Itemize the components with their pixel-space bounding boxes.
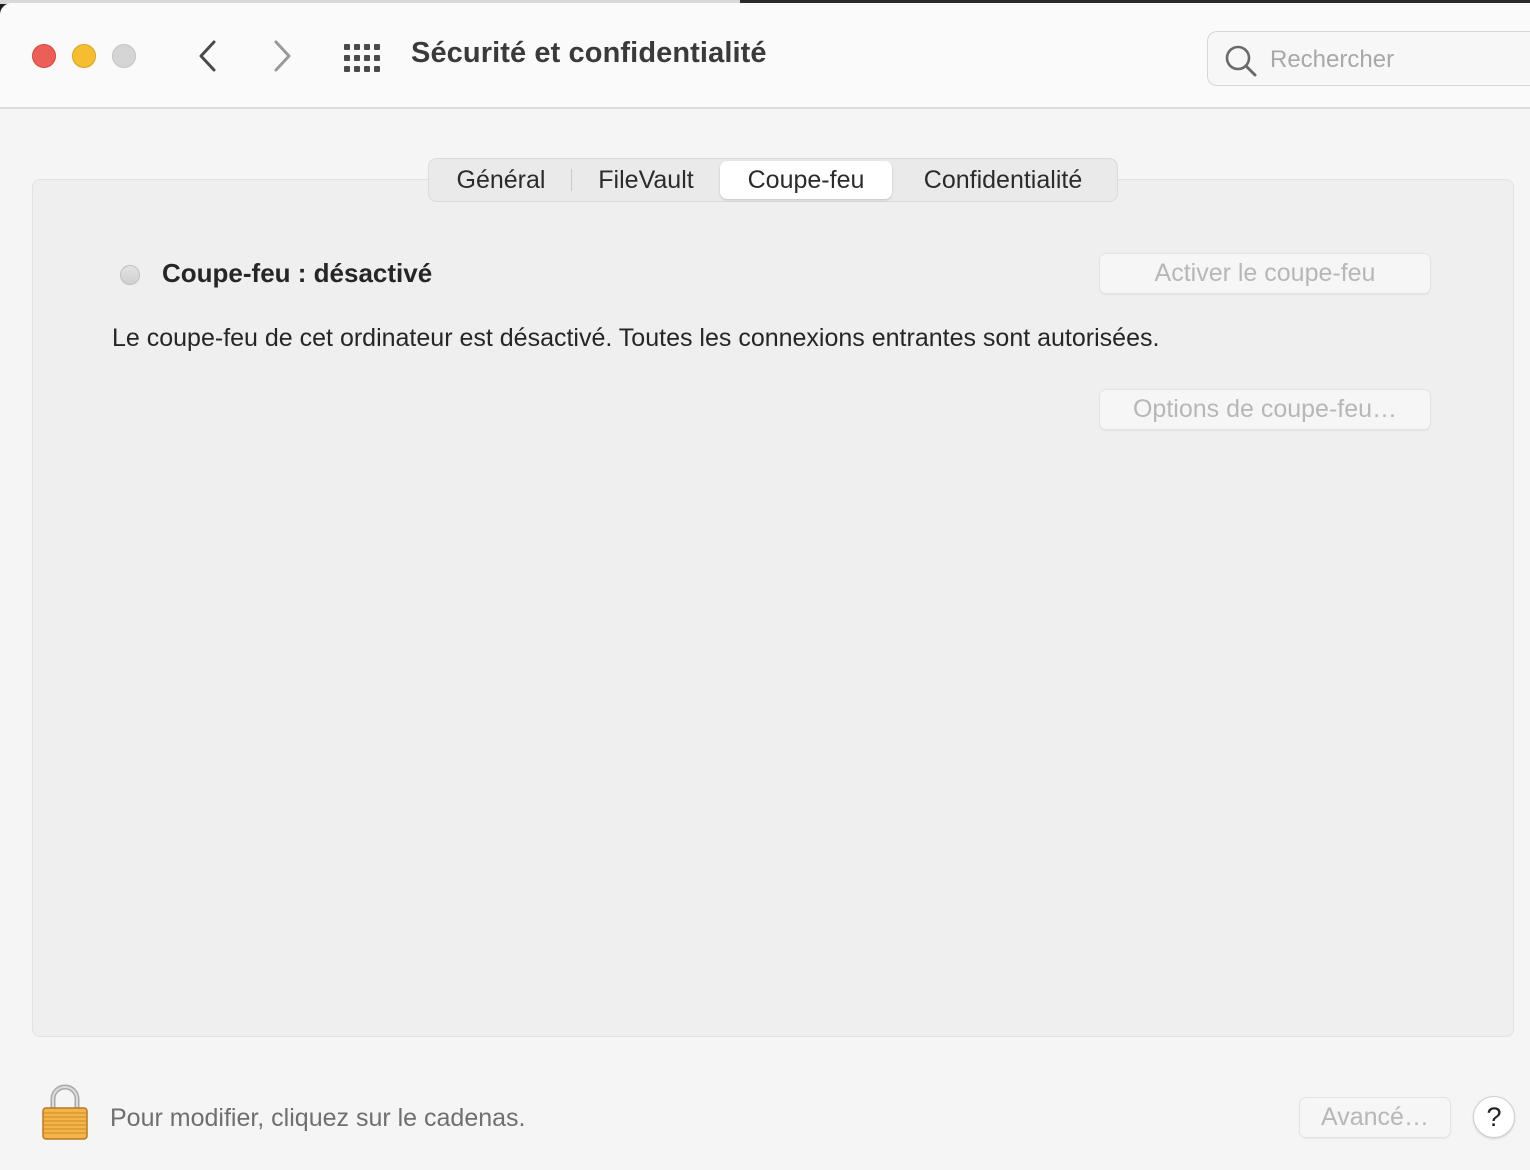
chevron-right-icon [274,40,291,72]
titlebar: Sécurité et confidentialité [0,3,1530,109]
grid-icon [344,44,380,72]
minimize-button[interactable] [72,44,96,68]
tab-content-panel [32,179,1514,1037]
firewall-status-indicator [120,265,140,285]
tab-bar: Général FileVault Coupe-feu Confidential… [428,158,1118,202]
forward-button[interactable] [264,37,300,75]
help-button[interactable]: ? [1473,1096,1515,1138]
lock-hint-text: Pour modifier, cliquez sur le cadenas. [110,1104,526,1132]
tab-general[interactable]: Général [431,161,571,199]
firewall-description: Le coupe-feu de cet ordinateur est désac… [112,324,1160,352]
close-button[interactable] [32,44,56,68]
tab-filevault[interactable]: FileVault [572,161,720,199]
enable-firewall-button[interactable]: Activer le coupe-feu [1099,253,1431,294]
preferences-window: Sécurité et confidentialité Général File… [0,3,1530,1170]
back-button[interactable] [190,37,226,75]
show-all-button[interactable] [342,42,382,74]
firewall-status-label: Coupe-feu : désactivé [162,258,433,288]
window-title: Sécurité et confidentialité [411,37,767,69]
zoom-button[interactable] [112,44,136,68]
search-icon [1225,45,1257,77]
tab-privacy[interactable]: Confidentialité [892,161,1114,199]
search-field[interactable] [1207,31,1530,86]
firewall-options-button[interactable]: Options de coupe-feu… [1099,389,1431,430]
advanced-button[interactable]: Avancé… [1299,1097,1451,1138]
chevron-left-icon [199,40,216,72]
lock-icon[interactable] [40,1083,90,1141]
search-input[interactable] [1268,40,1522,80]
tab-firewall[interactable]: Coupe-feu [720,161,892,199]
